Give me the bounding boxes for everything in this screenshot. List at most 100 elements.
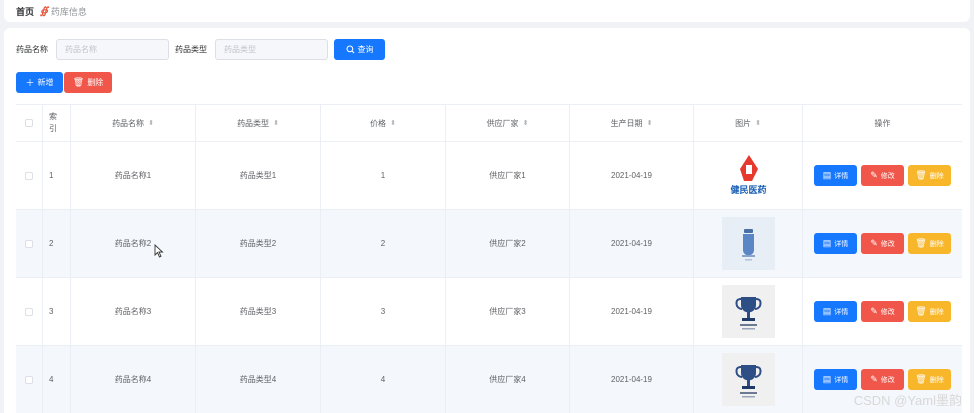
header-name-label: 药品名称 <box>112 118 145 128</box>
row-name: 药品名称3 <box>71 278 196 345</box>
delete-button[interactable]: 🗑 删除 <box>908 233 951 254</box>
pharmacy-logo-icon[interactable]: 健民医药 <box>721 149 775 202</box>
header-checkbox-cell <box>16 105 43 141</box>
edit-label: 修改 <box>880 172 895 180</box>
detail-button[interactable]: ▤ 详情 <box>814 165 857 186</box>
row-supplier: 供应厂家3 <box>446 278 570 345</box>
detail-label: 详情 <box>834 240 849 248</box>
row-price: 4 <box>321 346 446 413</box>
header-image-label: 图片 <box>735 118 752 128</box>
trophy-icon[interactable] <box>721 285 775 338</box>
row-checkbox-cell <box>16 346 43 413</box>
header-index-label: 索引 <box>49 112 57 133</box>
plus-icon: ＋ <box>25 78 35 88</box>
row-name: 药品名称1 <box>71 142 196 209</box>
row-name: 药品名称2 <box>71 210 196 277</box>
detail-button[interactable]: ▤ 详情 <box>814 369 857 390</box>
header-operation: 操作 <box>803 105 962 141</box>
row-image-cell <box>694 346 803 413</box>
delete-button[interactable]: 🗑 删除 <box>908 301 951 322</box>
edit-button[interactable]: ✎ 修改 <box>861 165 904 186</box>
edit-label: 修改 <box>880 376 895 384</box>
document-icon: ▤ <box>822 306 832 316</box>
delete-button[interactable]: 🗑 删除 <box>908 369 951 390</box>
row-actions: ▤ 详情 ✎ 修改 🗑 删除 <box>803 142 962 209</box>
select-all-checkbox[interactable] <box>25 119 33 127</box>
document-icon: ▤ <box>822 170 832 180</box>
detail-label: 详情 <box>834 308 849 316</box>
detail-label: 详情 <box>834 172 849 180</box>
edit-button[interactable]: ✎ 修改 <box>861 233 904 254</box>
header-date[interactable]: 生产日期 ⬍ <box>570 105 694 141</box>
detail-label: 详情 <box>834 376 849 384</box>
header-index: 索引 <box>43 105 71 141</box>
row-index: 1 <box>43 142 71 209</box>
row-checkbox[interactable] <box>25 239 33 248</box>
name-filter-label: 药品名称 <box>16 45 48 54</box>
delete-button[interactable]: 🗑 删除 <box>908 165 951 186</box>
pencil-icon: ✎ <box>870 238 878 248</box>
pencil-icon: ✎ <box>870 170 878 180</box>
sort-icon[interactable]: ⬍ <box>755 119 761 127</box>
name-filter-input[interactable] <box>56 39 169 60</box>
edit-button[interactable]: ✎ 修改 <box>861 301 904 322</box>
main-panel: 药品名称 药品类型 查询 ＋ 新增 🗑 删除 索引 药品名称⬍ 药品类型⬍ 价格… <box>4 28 970 413</box>
search-form: 药品名称 药品类型 查询 <box>16 39 385 60</box>
row-type: 药品类型4 <box>196 346 321 413</box>
header-supplier-label: 供应厂家 <box>486 118 519 128</box>
row-actions: ▤ 详情 ✎ 修改 🗑 删除 <box>803 278 962 345</box>
search-button-label: 查询 <box>357 45 374 54</box>
header-operation-label: 操作 <box>874 118 891 128</box>
sort-icon[interactable]: ⬍ <box>390 119 396 127</box>
edit-button[interactable]: ✎ 修改 <box>861 369 904 390</box>
type-filter-input[interactable] <box>215 39 328 60</box>
row-image-cell <box>694 210 803 277</box>
breadcrumb-home[interactable]: 首页 <box>16 5 34 18</box>
detail-button[interactable]: ▤ 详情 <box>814 301 857 322</box>
sort-icon[interactable]: ⬍ <box>647 119 653 127</box>
row-checkbox-cell <box>16 278 43 345</box>
row-date: 2021-04-19 <box>570 346 694 413</box>
delete-label: 删除 <box>929 376 944 384</box>
row-checkbox-cell <box>16 142 43 209</box>
type-filter-label: 药品类型 <box>175 45 207 54</box>
delete-label: 删除 <box>929 240 944 248</box>
row-supplier: 供应厂家1 <box>446 142 570 209</box>
row-checkbox[interactable] <box>25 375 33 384</box>
header-price-label: 价格 <box>370 118 387 128</box>
sort-icon[interactable]: ⬍ <box>148 119 154 127</box>
batch-delete-button[interactable]: 🗑 删除 <box>64 72 112 93</box>
header-supplier[interactable]: 供应厂家 ⬍ <box>446 105 570 141</box>
trash-icon: 🗑 <box>915 374 927 384</box>
header-type-label: 药品类型 <box>237 118 270 128</box>
trophy-icon[interactable] <box>721 353 775 406</box>
row-index: 3 <box>43 278 71 345</box>
row-name: 药品名称4 <box>71 346 196 413</box>
bottle-icon[interactable] <box>721 217 775 270</box>
batch-delete-label: 删除 <box>87 78 104 87</box>
search-button[interactable]: 查询 <box>334 39 385 60</box>
search-icon <box>345 45 354 54</box>
row-actions: ▤ 详情 ✎ 修改 🗑 删除 <box>803 210 962 277</box>
sort-icon[interactable]: ⬍ <box>273 119 279 127</box>
row-price: 2 <box>321 210 446 277</box>
row-date: 2021-04-19 <box>570 142 694 209</box>
breadcrumb: 首页 ∯ 药库信息 <box>4 0 970 22</box>
sort-icon[interactable]: ⬍ <box>523 119 529 127</box>
row-date: 2021-04-19 <box>570 278 694 345</box>
table-row: 1 药品名称1 药品类型1 1 供应厂家1 2021-04-19 健民医药 ▤ 详… <box>16 142 962 210</box>
row-image-cell <box>694 278 803 345</box>
row-type: 药品类型1 <box>196 142 321 209</box>
row-checkbox[interactable] <box>25 171 33 180</box>
header-image[interactable]: 图片 ⬍ <box>694 105 803 141</box>
header-name[interactable]: 药品名称 ⬍ <box>71 105 196 141</box>
edit-label: 修改 <box>880 240 895 248</box>
detail-button[interactable]: ▤ 详情 <box>814 233 857 254</box>
add-button[interactable]: ＋ 新增 <box>16 72 63 93</box>
table-header: 索引 药品名称 ⬍ 药品类型 ⬍ 价格 ⬍ 供应厂家 ⬍ 生产日期 ⬍ 图片 ⬍ 操作 <box>16 105 962 142</box>
header-price[interactable]: 价格 ⬍ <box>321 105 446 141</box>
row-checkbox[interactable] <box>25 307 33 316</box>
watermark: CSDN @Yaml墨韵 <box>853 393 962 408</box>
header-type[interactable]: 药品类型 ⬍ <box>196 105 321 141</box>
pharmacy-logo-text: 健民医药 <box>730 184 766 195</box>
